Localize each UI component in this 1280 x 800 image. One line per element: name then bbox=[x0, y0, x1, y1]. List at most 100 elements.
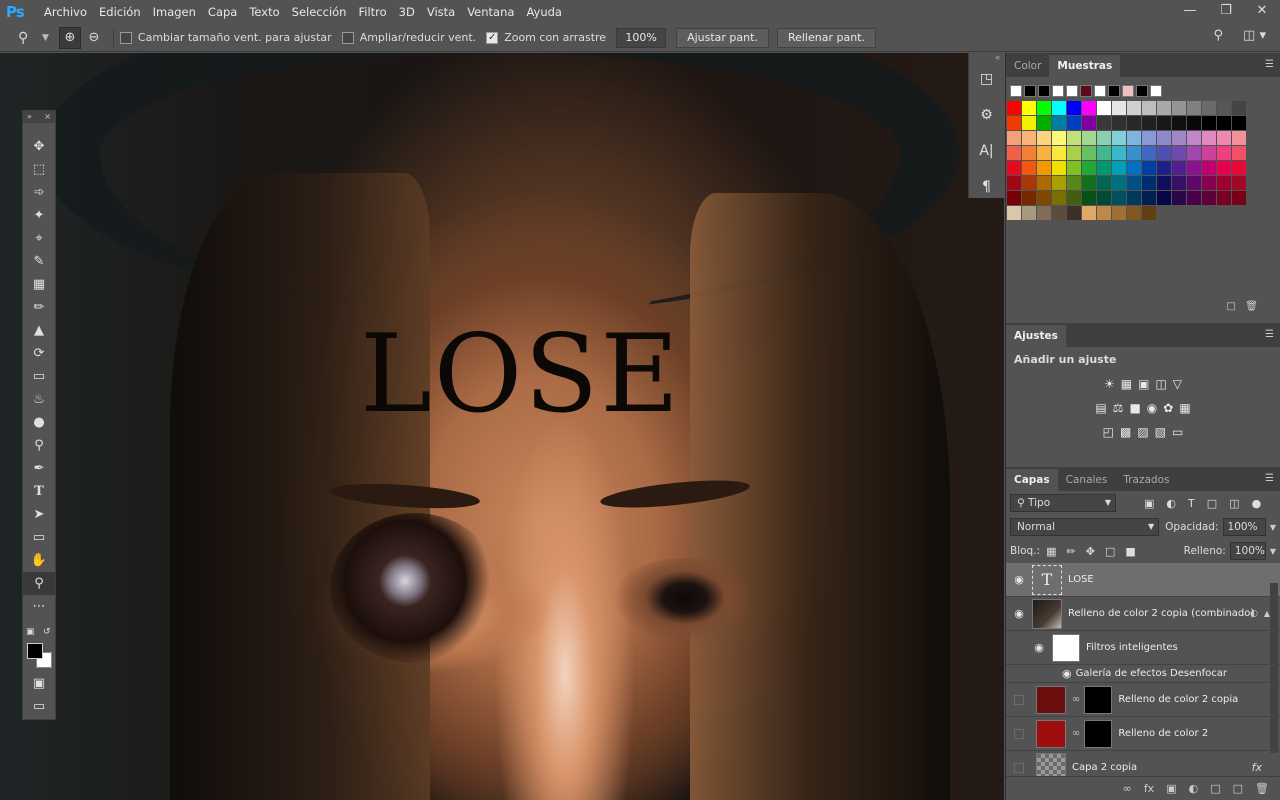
swatch[interactable] bbox=[1232, 131, 1246, 145]
swatch[interactable] bbox=[1112, 131, 1126, 145]
swatch[interactable] bbox=[1052, 131, 1066, 145]
path-select-tool-icon[interactable]: ➤ bbox=[23, 503, 55, 526]
fx-icon[interactable]: fx bbox=[1252, 761, 1262, 774]
scrubby-zoom-option[interactable]: ✓ Zoom con arrastre bbox=[486, 31, 606, 44]
invert-icon[interactable]: ◰ bbox=[1103, 425, 1114, 439]
swatch[interactable] bbox=[1022, 161, 1036, 175]
swatch[interactable] bbox=[1082, 161, 1096, 175]
swatch[interactable] bbox=[1232, 116, 1246, 130]
brightness-icon[interactable]: ☀ bbox=[1104, 377, 1115, 391]
swatch[interactable] bbox=[1127, 131, 1141, 145]
tab-paths[interactable]: Trazados bbox=[1115, 469, 1177, 491]
chevron-down-icon[interactable]: ▼ bbox=[1270, 547, 1276, 556]
swatch[interactable] bbox=[1007, 206, 1021, 220]
swatch[interactable] bbox=[1232, 176, 1246, 190]
swatch[interactable] bbox=[1112, 206, 1126, 220]
swatch[interactable] bbox=[1082, 131, 1096, 145]
panel-menu-icon[interactable]: ☰ bbox=[1265, 59, 1274, 70]
dodge-tool-icon[interactable]: ⚲ bbox=[23, 434, 55, 457]
new-swatch-icon[interactable]: □ 🗑 bbox=[1226, 301, 1258, 312]
filter-kind-select[interactable]: ⚲ Tipo ▼ bbox=[1010, 494, 1116, 512]
lock-move-icon[interactable]: ✥ bbox=[1086, 545, 1095, 558]
swatch[interactable] bbox=[1217, 101, 1231, 115]
zoom-in-button[interactable]: ⊕ bbox=[58, 26, 81, 49]
swatch[interactable] bbox=[1097, 146, 1111, 160]
swatch[interactable] bbox=[1127, 116, 1141, 130]
swatch[interactable] bbox=[1232, 191, 1246, 205]
menu-archivo[interactable]: Archivo bbox=[38, 0, 93, 24]
swatch[interactable] bbox=[1112, 191, 1126, 205]
channel-mixer-icon[interactable]: ✿ bbox=[1163, 401, 1173, 415]
fill-field[interactable]: 100% bbox=[1229, 542, 1266, 560]
delete-icon[interactable]: 🗑 bbox=[1255, 782, 1269, 795]
swatch[interactable] bbox=[1097, 206, 1111, 220]
swatch[interactable] bbox=[1172, 116, 1186, 130]
swatch[interactable] bbox=[1022, 176, 1036, 190]
swatch[interactable] bbox=[1112, 101, 1126, 115]
swatch[interactable] bbox=[1037, 191, 1051, 205]
swatch[interactable] bbox=[1067, 206, 1081, 220]
hue-saturation-icon[interactable]: ▤ bbox=[1095, 401, 1106, 415]
chevron-down-icon[interactable]: ▼ bbox=[42, 33, 49, 43]
swatch[interactable] bbox=[1136, 85, 1148, 97]
swatch[interactable] bbox=[1022, 206, 1036, 220]
history-brush-tool-icon[interactable]: ⟳ bbox=[23, 342, 55, 365]
paint-bucket-tool-icon[interactable]: ♨ bbox=[23, 388, 55, 411]
brush-tool-icon[interactable]: ✏ bbox=[23, 296, 55, 319]
swatch[interactable] bbox=[1142, 161, 1156, 175]
zoom-tool-icon[interactable]: ⚲ bbox=[23, 572, 55, 595]
swatch[interactable] bbox=[1007, 176, 1021, 190]
swatch[interactable] bbox=[1157, 146, 1171, 160]
swatch[interactable] bbox=[1007, 146, 1021, 160]
swatch[interactable] bbox=[1082, 146, 1096, 160]
shape-filter-icon[interactable]: □ bbox=[1207, 497, 1217, 510]
gradient-map-icon[interactable]: ▭ bbox=[1172, 425, 1183, 439]
eye-icon[interactable]: ◉ bbox=[1006, 607, 1032, 620]
filter-name[interactable]: Galería de efectos Desenfocar bbox=[1076, 668, 1227, 679]
swatch[interactable] bbox=[1037, 206, 1051, 220]
lock-artboard-icon[interactable]: □ bbox=[1105, 545, 1115, 558]
swatch[interactable] bbox=[1202, 131, 1216, 145]
swatch[interactable] bbox=[1037, 161, 1051, 175]
swatch[interactable] bbox=[1172, 176, 1186, 190]
eye-icon[interactable]: ◉ bbox=[1062, 667, 1072, 680]
stamp-tool-icon[interactable]: ▲ bbox=[23, 319, 55, 342]
swatch[interactable] bbox=[1022, 191, 1036, 205]
swatch[interactable] bbox=[1232, 146, 1246, 160]
lock-brush-icon[interactable]: ✏ bbox=[1067, 545, 1076, 558]
adjustment-filter-icon[interactable]: ◐ bbox=[1166, 497, 1176, 510]
quick-mask-icon[interactable]: ▣ bbox=[23, 672, 55, 695]
tab-adjustments[interactable]: Ajustes bbox=[1006, 325, 1066, 347]
swatch[interactable] bbox=[1067, 131, 1081, 145]
swatch[interactable] bbox=[1157, 176, 1171, 190]
swatch[interactable] bbox=[1007, 161, 1021, 175]
swatch[interactable] bbox=[1187, 161, 1201, 175]
search-icon[interactable]: ⚲ bbox=[1214, 28, 1224, 43]
swatch[interactable] bbox=[1067, 161, 1081, 175]
swatch[interactable] bbox=[1127, 161, 1141, 175]
swatch[interactable] bbox=[1217, 176, 1231, 190]
swap-colors-icon[interactable]: ↺ bbox=[43, 627, 51, 637]
swatch[interactable] bbox=[1127, 206, 1141, 220]
layer-row[interactable]: ∞ Relleno de color 2 bbox=[1006, 717, 1280, 751]
foreground-color-swatch[interactable] bbox=[27, 643, 43, 659]
menu-capa[interactable]: Capa bbox=[202, 0, 243, 24]
swatch[interactable] bbox=[1082, 116, 1096, 130]
pen-tool-icon[interactable]: ✒ bbox=[23, 457, 55, 480]
marquee-tool-icon[interactable]: ⬚ bbox=[23, 158, 55, 181]
document-canvas[interactable]: LOSE bbox=[0, 53, 1004, 800]
fx-icon[interactable]: fx bbox=[1144, 782, 1154, 795]
type-tool-icon[interactable]: T bbox=[23, 480, 55, 503]
link-icon[interactable]: ∞ bbox=[1072, 728, 1080, 739]
layer-name[interactable]: Relleno de color 2 copia (combinado) bbox=[1068, 608, 1254, 619]
swatch[interactable] bbox=[1157, 131, 1171, 145]
swatch[interactable] bbox=[1172, 146, 1186, 160]
photo-filter-icon[interactable]: ◉ bbox=[1147, 401, 1157, 415]
threshold-icon[interactable]: ▨ bbox=[1137, 425, 1148, 439]
swatch[interactable] bbox=[1127, 146, 1141, 160]
move-tool-icon[interactable]: ✥ bbox=[23, 135, 55, 158]
rectangle-tool-icon[interactable]: ▭ bbox=[23, 526, 55, 549]
swatch[interactable] bbox=[1112, 146, 1126, 160]
screen-mode-icon[interactable]: ▭ bbox=[23, 695, 55, 718]
layer-row[interactable]: ◉ Relleno de color 2 copia (combinado) ◐… bbox=[1006, 597, 1280, 631]
